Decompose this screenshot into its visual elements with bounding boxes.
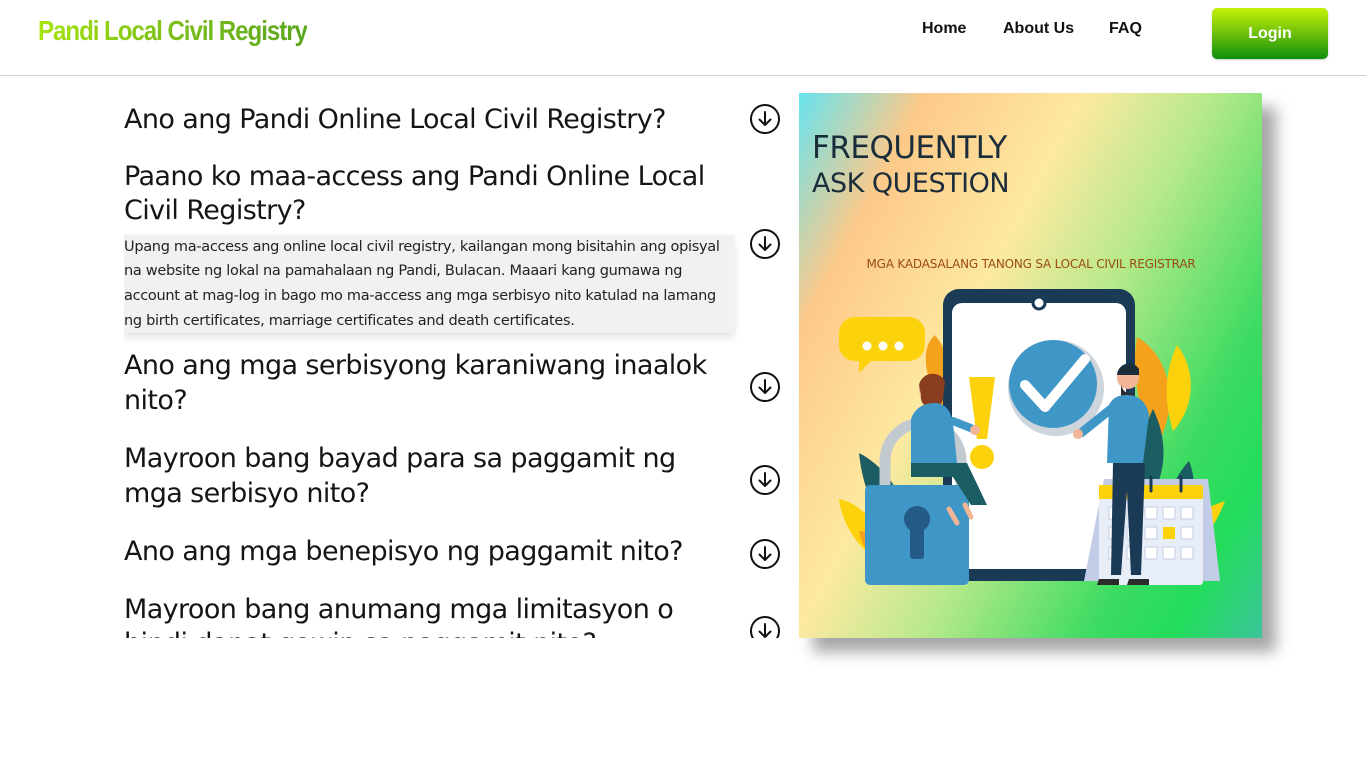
faq-illustration bbox=[839, 289, 1225, 585]
faq-item: Paano ko maa-access ang Pandi Online Loc… bbox=[124, 160, 786, 334]
nav-faq-link[interactable]: FAQ bbox=[1109, 20, 1142, 38]
arrow-down-circle-icon[interactable] bbox=[750, 616, 780, 638]
faq-answer: Upang ma-access ang online local civil r… bbox=[124, 234, 734, 334]
arrow-down-circle-icon[interactable] bbox=[750, 104, 780, 134]
nav-home-link[interactable]: Home bbox=[922, 20, 966, 38]
faq-item: Mayroon bang anumang mga limitasyon o hi… bbox=[124, 593, 786, 638]
faq-hero-card: FREQUENTLY ASK QUESTION MGA KADASALANG T… bbox=[799, 93, 1262, 638]
arrow-down-circle-icon[interactable] bbox=[750, 539, 780, 569]
arrow-down-circle-icon[interactable] bbox=[750, 372, 780, 402]
faq-item: Mayroon bang bayad para sa paggamit ng m… bbox=[124, 442, 786, 511]
faq-question[interactable]: Mayroon bang bayad para sa paggamit ng m… bbox=[124, 442, 724, 511]
faq-question[interactable]: Paano ko maa-access ang Pandi Online Loc… bbox=[124, 160, 724, 229]
login-button[interactable]: Login bbox=[1212, 8, 1328, 59]
faq-list: Ano ang Pandi Online Local Civil Registr… bbox=[124, 92, 786, 638]
faq-item: Ano ang mga serbisyong karaniwang inaalo… bbox=[124, 349, 786, 418]
arrow-down-circle-icon[interactable] bbox=[750, 229, 780, 259]
arrow-down-circle-icon[interactable] bbox=[750, 465, 780, 495]
nav-about-link[interactable]: About Us bbox=[1003, 20, 1074, 38]
hero-title-line2: ASK QUESTION bbox=[812, 168, 1010, 199]
faq-item: Ano ang mga benepisyo ng paggamit nito? bbox=[124, 535, 786, 570]
faq-question[interactable]: Ano ang Pandi Online Local Civil Registr… bbox=[124, 103, 724, 138]
faq-question[interactable]: Ano ang mga serbisyong karaniwang inaalo… bbox=[124, 349, 724, 418]
site-header: Pandi Local Civil Registry Home About Us… bbox=[0, 0, 1366, 76]
hero-subtitle: MGA KADASALANG TANONG SA LOCAL CIVIL REG… bbox=[866, 257, 1196, 271]
faq-item: Ano ang Pandi Online Local Civil Registr… bbox=[124, 103, 786, 138]
faq-question[interactable]: Mayroon bang anumang mga limitasyon o hi… bbox=[124, 593, 724, 638]
site-brand[interactable]: Pandi Local Civil Registry bbox=[38, 15, 308, 47]
hero-title-line1: FREQUENTLY bbox=[812, 130, 1007, 166]
faq-question[interactable]: Ano ang mga benepisyo ng paggamit nito? bbox=[124, 535, 724, 570]
